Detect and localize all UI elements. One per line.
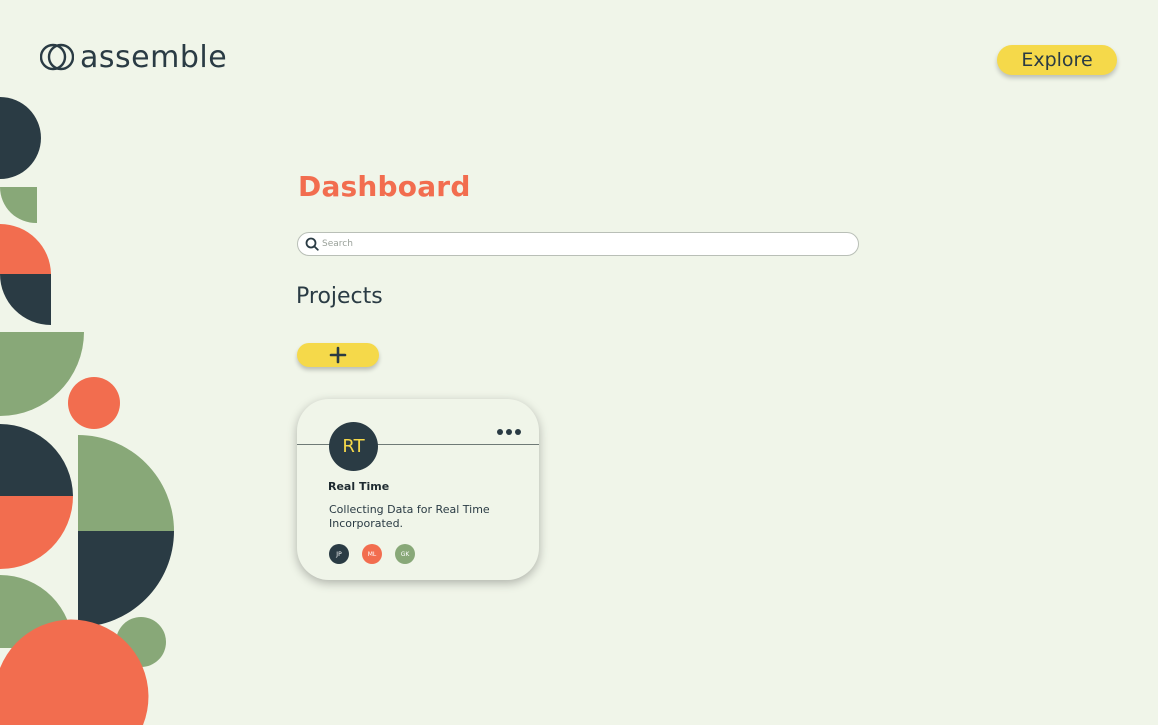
brand-name: assemble [80, 39, 228, 75]
search-bar[interactable] [297, 232, 859, 256]
add-project-button[interactable] [297, 343, 379, 367]
project-avatar: RT [329, 422, 378, 471]
page-title: Dashboard [298, 170, 471, 203]
projects-heading: Projects [296, 284, 383, 309]
member-avatar[interactable]: GK [395, 544, 415, 564]
search-icon [305, 237, 319, 251]
project-card[interactable]: RT Real Time Collecting Data for Real Ti… [297, 399, 539, 580]
plus-icon [329, 346, 347, 364]
brand-logo[interactable]: assemble [40, 38, 227, 76]
project-description: Collecting Data for Real Time Incorporat… [329, 503, 490, 530]
assemble-logo-icon [40, 43, 74, 71]
project-name: Real Time [328, 480, 390, 493]
member-avatar[interactable]: JP [329, 544, 349, 564]
more-options-icon[interactable] [497, 429, 521, 435]
decorative-shapes [0, 97, 174, 725]
explore-button[interactable]: Explore [997, 45, 1117, 75]
member-list: JP ML GK [329, 544, 415, 564]
member-avatar[interactable]: ML [362, 544, 382, 564]
search-input[interactable] [322, 239, 822, 249]
